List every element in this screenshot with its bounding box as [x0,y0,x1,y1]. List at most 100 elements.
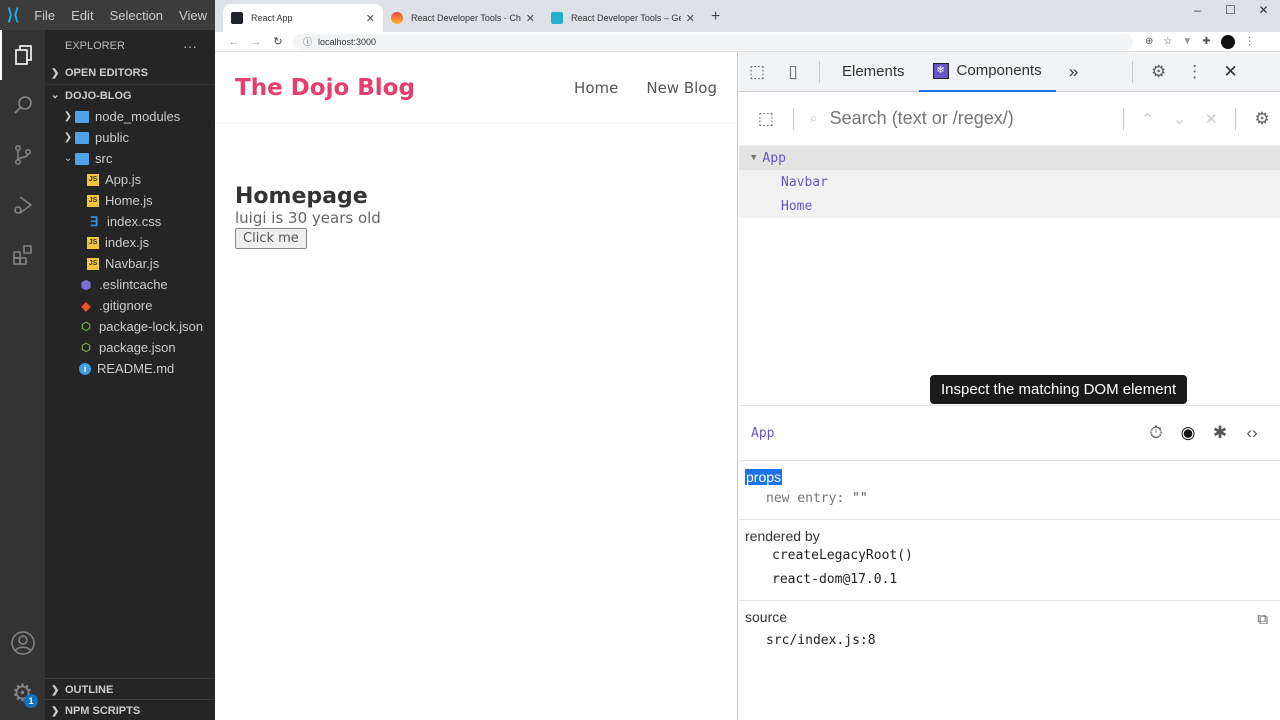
component-search-input[interactable] [829,108,1099,129]
page-content: Homepage luigi is 30 years old Click me [215,124,737,249]
prop-value[interactable]: "" [852,491,868,506]
zoom-icon[interactable]: ⊕ [1145,36,1153,47]
maximize-button[interactable]: ☐ [1214,0,1247,20]
clear-search-icon[interactable]: ✕ [1195,110,1227,128]
chevron-down-icon: ⌄ [63,153,73,164]
file-name: README.md [97,361,175,376]
chevron-right-icon: ❯ [63,111,73,122]
devtools-panel: ⬚ ▯ Elements ❄ Components » ⚙ ⋮ ✕ ⬚ ⌕ Se… [739,52,1280,720]
file-tree-item[interactable]: ⬡ package-lock.json [45,316,215,337]
browser-tab-react-app[interactable]: React App ✕ [223,4,383,32]
extensions-icon[interactable] [0,230,45,280]
run-debug-icon[interactable] [0,180,45,230]
source-control-icon[interactable] [0,130,45,180]
search-icon[interactable] [0,80,45,130]
window-controls: – ☐ ✕ [1181,0,1280,20]
file-tree-item[interactable]: JS Navbar.js [45,253,215,274]
nav-link-home[interactable]: Home [574,79,618,97]
close-window-button[interactable]: ✕ [1247,0,1280,20]
previous-result-icon[interactable]: ⌃ [1132,110,1164,128]
more-actions-icon[interactable]: ··· [183,38,197,54]
click-me-button[interactable]: Click me [235,228,307,249]
file-tree-item[interactable]: ◆ .gitignore [45,295,215,316]
person-text: luigi is 30 years old [235,209,381,227]
close-tab-icon[interactable]: ✕ [686,12,695,25]
tree-item-navbar[interactable]: Navbar [739,170,1280,194]
settings-gear-icon[interactable]: ⚙ 1 [0,668,45,718]
file-tree-item[interactable]: ⬡ package.json [45,337,215,358]
file-tree-item[interactable]: i README.md [45,358,215,379]
browser-tab-devtools-store[interactable]: React Developer Tools - Chrome ✕ [383,4,543,32]
account-icon[interactable] [0,618,45,668]
select-element-icon[interactable]: ⬚ [739,109,793,129]
url-bar[interactable]: ⓘ localhost:3000 [293,33,1133,50]
explorer-icon[interactable] [0,30,45,80]
menu-edit[interactable]: Edit [63,8,101,23]
component-settings-icon[interactable]: ⚙ [1244,109,1280,129]
file-tree-item[interactable]: ❯ node_modules [45,106,215,127]
bookmark-star-icon[interactable]: ☆ [1163,36,1172,47]
device-toolbar-icon[interactable]: ▯ [775,62,811,82]
eye-inspect-dom-icon[interactable]: ◉ [1172,423,1204,443]
inspect-tooltip: Inspect the matching DOM element [930,375,1188,404]
tree-item-label: Navbar [781,174,828,190]
menu-file[interactable]: File [26,8,63,23]
component-search-bar: ⬚ ⌕ ⌃ ⌄ ✕ ⚙ [739,92,1280,146]
back-icon[interactable]: ← [223,36,245,48]
chevron-right-icon: ❯ [51,67,60,79]
tab-components-label: Components [956,62,1042,79]
file-tree-item[interactable]: ⬢ .eslintcache [45,274,215,295]
file-tree-item[interactable]: ⌄ src [45,148,215,169]
browser-tab-devtools-addon[interactable]: React Developer Tools – Get this ✕ [543,4,703,32]
source-location[interactable]: src/index.js:8 [745,629,1274,653]
folder-icon [75,131,89,144]
close-tab-icon[interactable]: ✕ [366,12,375,25]
open-editors-section[interactable]: ❯ OPEN EDITORS [45,62,215,84]
file-tree-item[interactable]: JS Home.js [45,190,215,211]
blog-navbar: The Dojo Blog Home New Blog [215,52,737,124]
tree-item-home[interactable]: Home [739,194,1280,218]
prop-row[interactable]: new entry: "" [745,487,1274,511]
stopwatch-icon[interactable]: ⏱ [1140,423,1172,443]
settings-badge: 1 [24,694,38,708]
tab-elements[interactable]: Elements [828,52,919,92]
file-tree-item[interactable]: ❯ public [45,127,215,148]
tab-components[interactable]: ❄ Components [918,52,1056,92]
devtools-menu-icon[interactable]: ⋮ [1177,62,1213,82]
vue-extension-icon[interactable]: ▼ [1182,36,1192,47]
chrome-menu-icon[interactable]: ⋮ [1245,36,1255,47]
menu-view[interactable]: View [171,8,215,23]
js-file-icon: JS [87,194,99,207]
new-tab-button[interactable]: + [703,8,728,32]
project-section[interactable]: ⌄ DOJO-BLOG [45,84,215,106]
forward-icon[interactable]: → [245,36,267,48]
open-in-editor-icon[interactable]: ⧉ [1257,611,1268,628]
file-name: .gitignore [99,298,153,313]
expand-triangle-icon[interactable]: ▼ [751,153,756,163]
menu-selection[interactable]: Selection [102,8,171,23]
file-tree-item[interactable]: ∃ index.css [45,211,215,232]
folder-icon [75,110,89,123]
tab-title: React App [251,13,293,23]
bug-icon[interactable]: ✱ [1204,423,1236,443]
npm-scripts-section[interactable]: ❯ NPM SCRIPTS [45,699,215,720]
devtools-toolbar: ⬚ ▯ Elements ❄ Components » ⚙ ⋮ ✕ [739,52,1280,92]
reload-icon[interactable]: ↻ [267,35,289,48]
devtools-settings-icon[interactable]: ⚙ [1141,62,1177,82]
nav-link-new-blog[interactable]: New Blog [646,79,717,97]
file-tree-item[interactable]: JS index.js [45,232,215,253]
tree-item-app[interactable]: ▼ App [739,146,1280,170]
inspect-element-icon[interactable]: ⬚ [739,62,775,82]
extensions-puzzle-icon[interactable]: ✚ [1202,36,1210,47]
more-tabs-icon[interactable]: » [1056,62,1092,82]
source-title: source [745,609,788,625]
minimize-button[interactable]: – [1181,0,1214,20]
close-tab-icon[interactable]: ✕ [526,12,535,25]
view-source-icon[interactable]: ‹› [1236,423,1268,443]
next-result-icon[interactable]: ⌄ [1163,110,1195,128]
close-devtools-icon[interactable]: ✕ [1213,62,1249,82]
profile-avatar[interactable] [1220,34,1235,49]
outline-section[interactable]: ❯ OUTLINE [45,678,215,701]
file-tree-item[interactable]: JS App.js [45,169,215,190]
site-info-icon[interactable]: ⓘ [303,35,312,48]
